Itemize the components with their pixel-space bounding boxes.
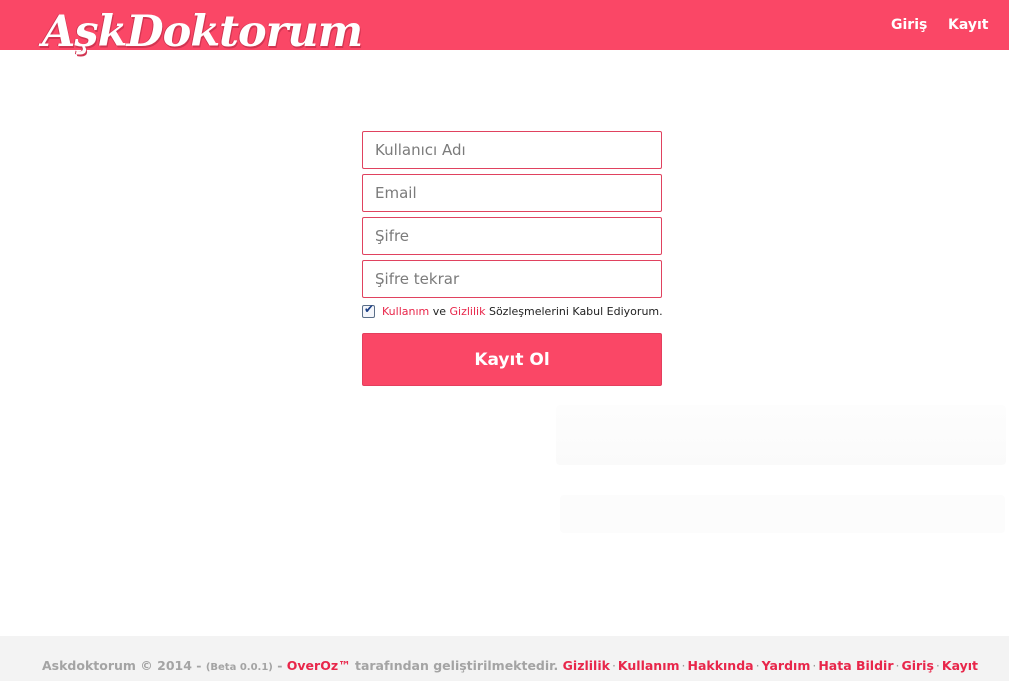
- footer-separator: ·: [755, 658, 760, 673]
- footer-link-privacy[interactable]: Gizlilik: [563, 658, 610, 673]
- top-navbar: AşkDoktorum Giriş Kayıt: [0, 0, 1009, 57]
- email-field[interactable]: [362, 174, 662, 212]
- checkmark-icon: ✔: [364, 302, 375, 316]
- footer-copyright: Askdoktorum © 2014 -: [42, 658, 202, 673]
- terms-checkbox[interactable]: ✔: [362, 302, 375, 318]
- terms-agreement-row: ✔ Kullanım ve Gizlilik Sözleşmelerini Ka…: [362, 302, 663, 326]
- footer-developer-link[interactable]: OverOz™: [287, 658, 351, 673]
- footer-link-help[interactable]: Yardım: [762, 658, 811, 673]
- footer-developed-by: tarafından geliştirilmektedir.: [354, 658, 559, 673]
- footer-dash: -: [277, 658, 283, 673]
- terms-label: Kullanım ve Gizlilik Sözleşmelerini Kabu…: [382, 305, 663, 318]
- register-form: ✔ Kullanım ve Gizlilik Sözleşmelerini Ka…: [362, 131, 663, 386]
- faded-background-panel: [560, 495, 1005, 533]
- username-field[interactable]: [362, 131, 662, 169]
- nav-register-link[interactable]: Kayıt: [948, 17, 988, 33]
- password-field[interactable]: [362, 217, 662, 255]
- footer-link-register[interactable]: Kayıt: [942, 658, 978, 673]
- terms-and-text: ve: [432, 305, 447, 318]
- footer-text: Askdoktorum © 2014 - (Beta 0.0.1) - Over…: [42, 658, 978, 673]
- terms-suffix-text: Sözleşmelerini Kabul Ediyorum.: [488, 305, 663, 318]
- site-logo[interactable]: AşkDoktorum: [42, 4, 363, 60]
- footer-version: (Beta 0.0.1): [205, 662, 273, 673]
- page-footer: Askdoktorum © 2014 - (Beta 0.0.1) - Over…: [0, 636, 1009, 681]
- nav-login-link[interactable]: Giriş: [891, 17, 927, 33]
- footer-separator: ·: [681, 658, 686, 673]
- footer-link-usage[interactable]: Kullanım: [618, 658, 680, 673]
- register-button[interactable]: Kayıt Ol: [362, 333, 662, 386]
- usage-terms-link[interactable]: Kullanım: [382, 305, 429, 318]
- footer-link-login[interactable]: Giriş: [901, 658, 933, 673]
- footer-link-about[interactable]: Hakkında: [688, 658, 754, 673]
- faded-background-panel: [556, 405, 1006, 465]
- footer-separator: ·: [935, 658, 940, 673]
- password-repeat-field[interactable]: [362, 260, 662, 298]
- footer-separator: ·: [611, 658, 616, 673]
- footer-link-report-bug[interactable]: Hata Bildir: [818, 658, 893, 673]
- privacy-terms-link[interactable]: Gizlilik: [450, 305, 486, 318]
